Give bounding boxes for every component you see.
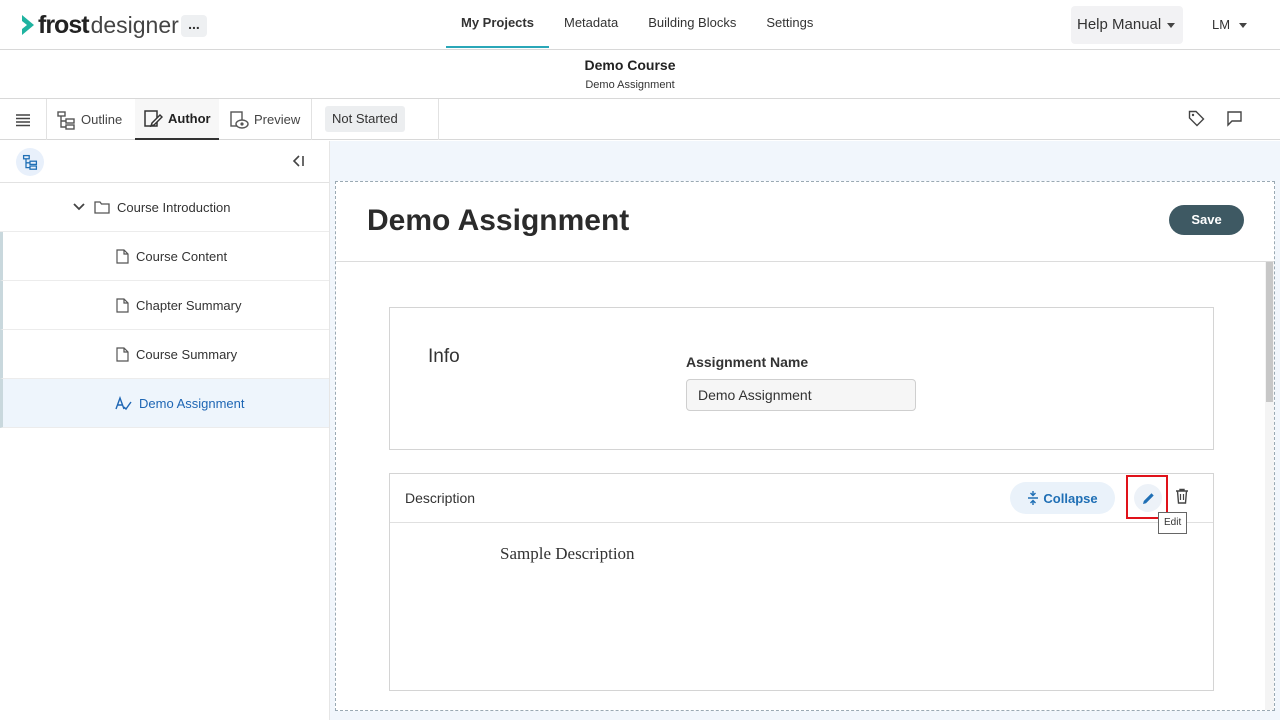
file-icon <box>116 297 129 313</box>
logo-frost-text: frost <box>38 10 90 39</box>
main-nav-tabs: My Projects Metadata Building Blocks Set… <box>446 0 828 50</box>
assignment-header: Demo Assignment Save <box>336 182 1274 262</box>
collapse-button[interactable]: Collapse <box>1010 482 1115 514</box>
sidebar-item-course-content[interactable]: Course Content <box>0 232 329 281</box>
toolbar-divider <box>438 99 439 140</box>
comment-icon[interactable] <box>1226 110 1243 127</box>
course-header: Demo Course Demo Assignment <box>0 50 1280 99</box>
tree-view-button[interactable] <box>16 148 44 176</box>
sidebar-item-course-summary[interactable]: Course Summary <box>0 330 329 379</box>
sidebar-item-label: Course Content <box>136 248 228 264</box>
collapse-button-label: Collapse <box>1043 490 1098 506</box>
hamburger-menu-button[interactable] <box>0 99 47 140</box>
sidebar-item-label: Demo Assignment <box>139 395 245 411</box>
assignment-name-label: Assignment Name <box>686 354 809 370</box>
assignment-title: Demo Assignment <box>367 204 630 237</box>
help-manual-label: Help Manual <box>1077 16 1162 33</box>
brand-chevron-icon <box>22 15 34 35</box>
nav-tab-building-blocks[interactable]: Building Blocks <box>633 0 751 48</box>
tab-author-label: Author <box>168 111 211 126</box>
file-icon <box>116 346 129 362</box>
preview-eye-icon <box>230 110 249 129</box>
sidebar-folder-label: Course Introduction <box>117 199 231 215</box>
frost-designer-logo[interactable]: frost designer <box>20 10 179 40</box>
user-initials: LM <box>1212 17 1231 32</box>
user-menu[interactable]: LM <box>1212 17 1248 32</box>
sidebar-item-demo-assignment[interactable]: Demo Assignment <box>0 379 329 428</box>
toolbar-divider <box>311 99 312 140</box>
chevron-down-icon <box>1167 22 1176 28</box>
description-section: Description Collapse Edit Sample Descrip… <box>389 473 1214 691</box>
description-section-label: Description <box>405 490 476 506</box>
tab-outline[interactable]: Outline <box>56 99 122 140</box>
save-button[interactable]: Save <box>1169 205 1244 235</box>
scrollbar-thumb[interactable] <box>1266 262 1273 402</box>
sidebar-item-label: Course Summary <box>136 346 238 362</box>
nav-tab-settings[interactable]: Settings <box>751 0 828 48</box>
delete-icon[interactable] <box>1175 488 1189 504</box>
author-edit-icon <box>144 109 163 127</box>
tab-outline-label: Outline <box>81 112 123 127</box>
nav-tab-my-projects[interactable]: My Projects <box>446 0 549 48</box>
info-section-label: Info <box>428 346 460 367</box>
tag-icon[interactable] <box>1188 110 1205 127</box>
collapse-arrows-icon <box>1028 491 1039 505</box>
sidebar-header <box>0 141 329 183</box>
course-subtitle: Demo Assignment <box>585 79 675 91</box>
status-badge[interactable]: Not Started <box>325 106 405 132</box>
outline-tree-icon <box>57 110 75 130</box>
tab-preview-label: Preview <box>254 112 301 127</box>
help-manual-dropdown[interactable]: Help Manual <box>1071 6 1183 44</box>
collapse-sidebar-icon[interactable] <box>290 153 306 169</box>
assignment-icon <box>115 395 132 410</box>
course-outline-sidebar: Course Introduction Course Content Chapt… <box>0 141 330 720</box>
assignment-name-field[interactable]: Demo Assignment <box>686 379 916 411</box>
tab-author[interactable]: Author <box>135 99 219 140</box>
logo-designer-text: designer <box>90 11 179 38</box>
nav-tab-metadata[interactable]: Metadata <box>549 0 633 48</box>
hamburger-icon <box>16 113 30 126</box>
description-header: Description Collapse Edit <box>390 474 1213 534</box>
top-navigation: frost designer ... My Projects Metadata … <box>0 0 1280 50</box>
editor-toolbar: Outline Author Preview Not Started <box>0 99 1280 140</box>
info-section: Info Assignment Name Demo Assignment <box>389 307 1214 450</box>
outline-tree-icon <box>22 154 38 170</box>
tab-preview[interactable]: Preview <box>229 99 300 140</box>
sidebar-folder-course-introduction[interactable]: Course Introduction <box>0 183 329 232</box>
author-workspace: Demo Assignment Save Info Assignment Nam… <box>330 141 1280 720</box>
file-icon <box>116 248 129 264</box>
sidebar-item-label: Chapter Summary <box>136 297 242 313</box>
chevron-down-icon <box>1239 23 1248 29</box>
sidebar-item-chapter-summary[interactable]: Chapter Summary <box>0 281 329 330</box>
course-title: Demo Course <box>584 57 676 73</box>
edit-tooltip: Edit <box>1158 512 1188 534</box>
folder-icon <box>94 201 110 214</box>
chevron-down-icon <box>73 203 85 211</box>
description-body[interactable]: Sample Description <box>500 544 635 564</box>
assignment-editor-panel: Demo Assignment Save Info Assignment Nam… <box>335 181 1275 711</box>
more-options-button[interactable]: ... <box>181 15 207 37</box>
